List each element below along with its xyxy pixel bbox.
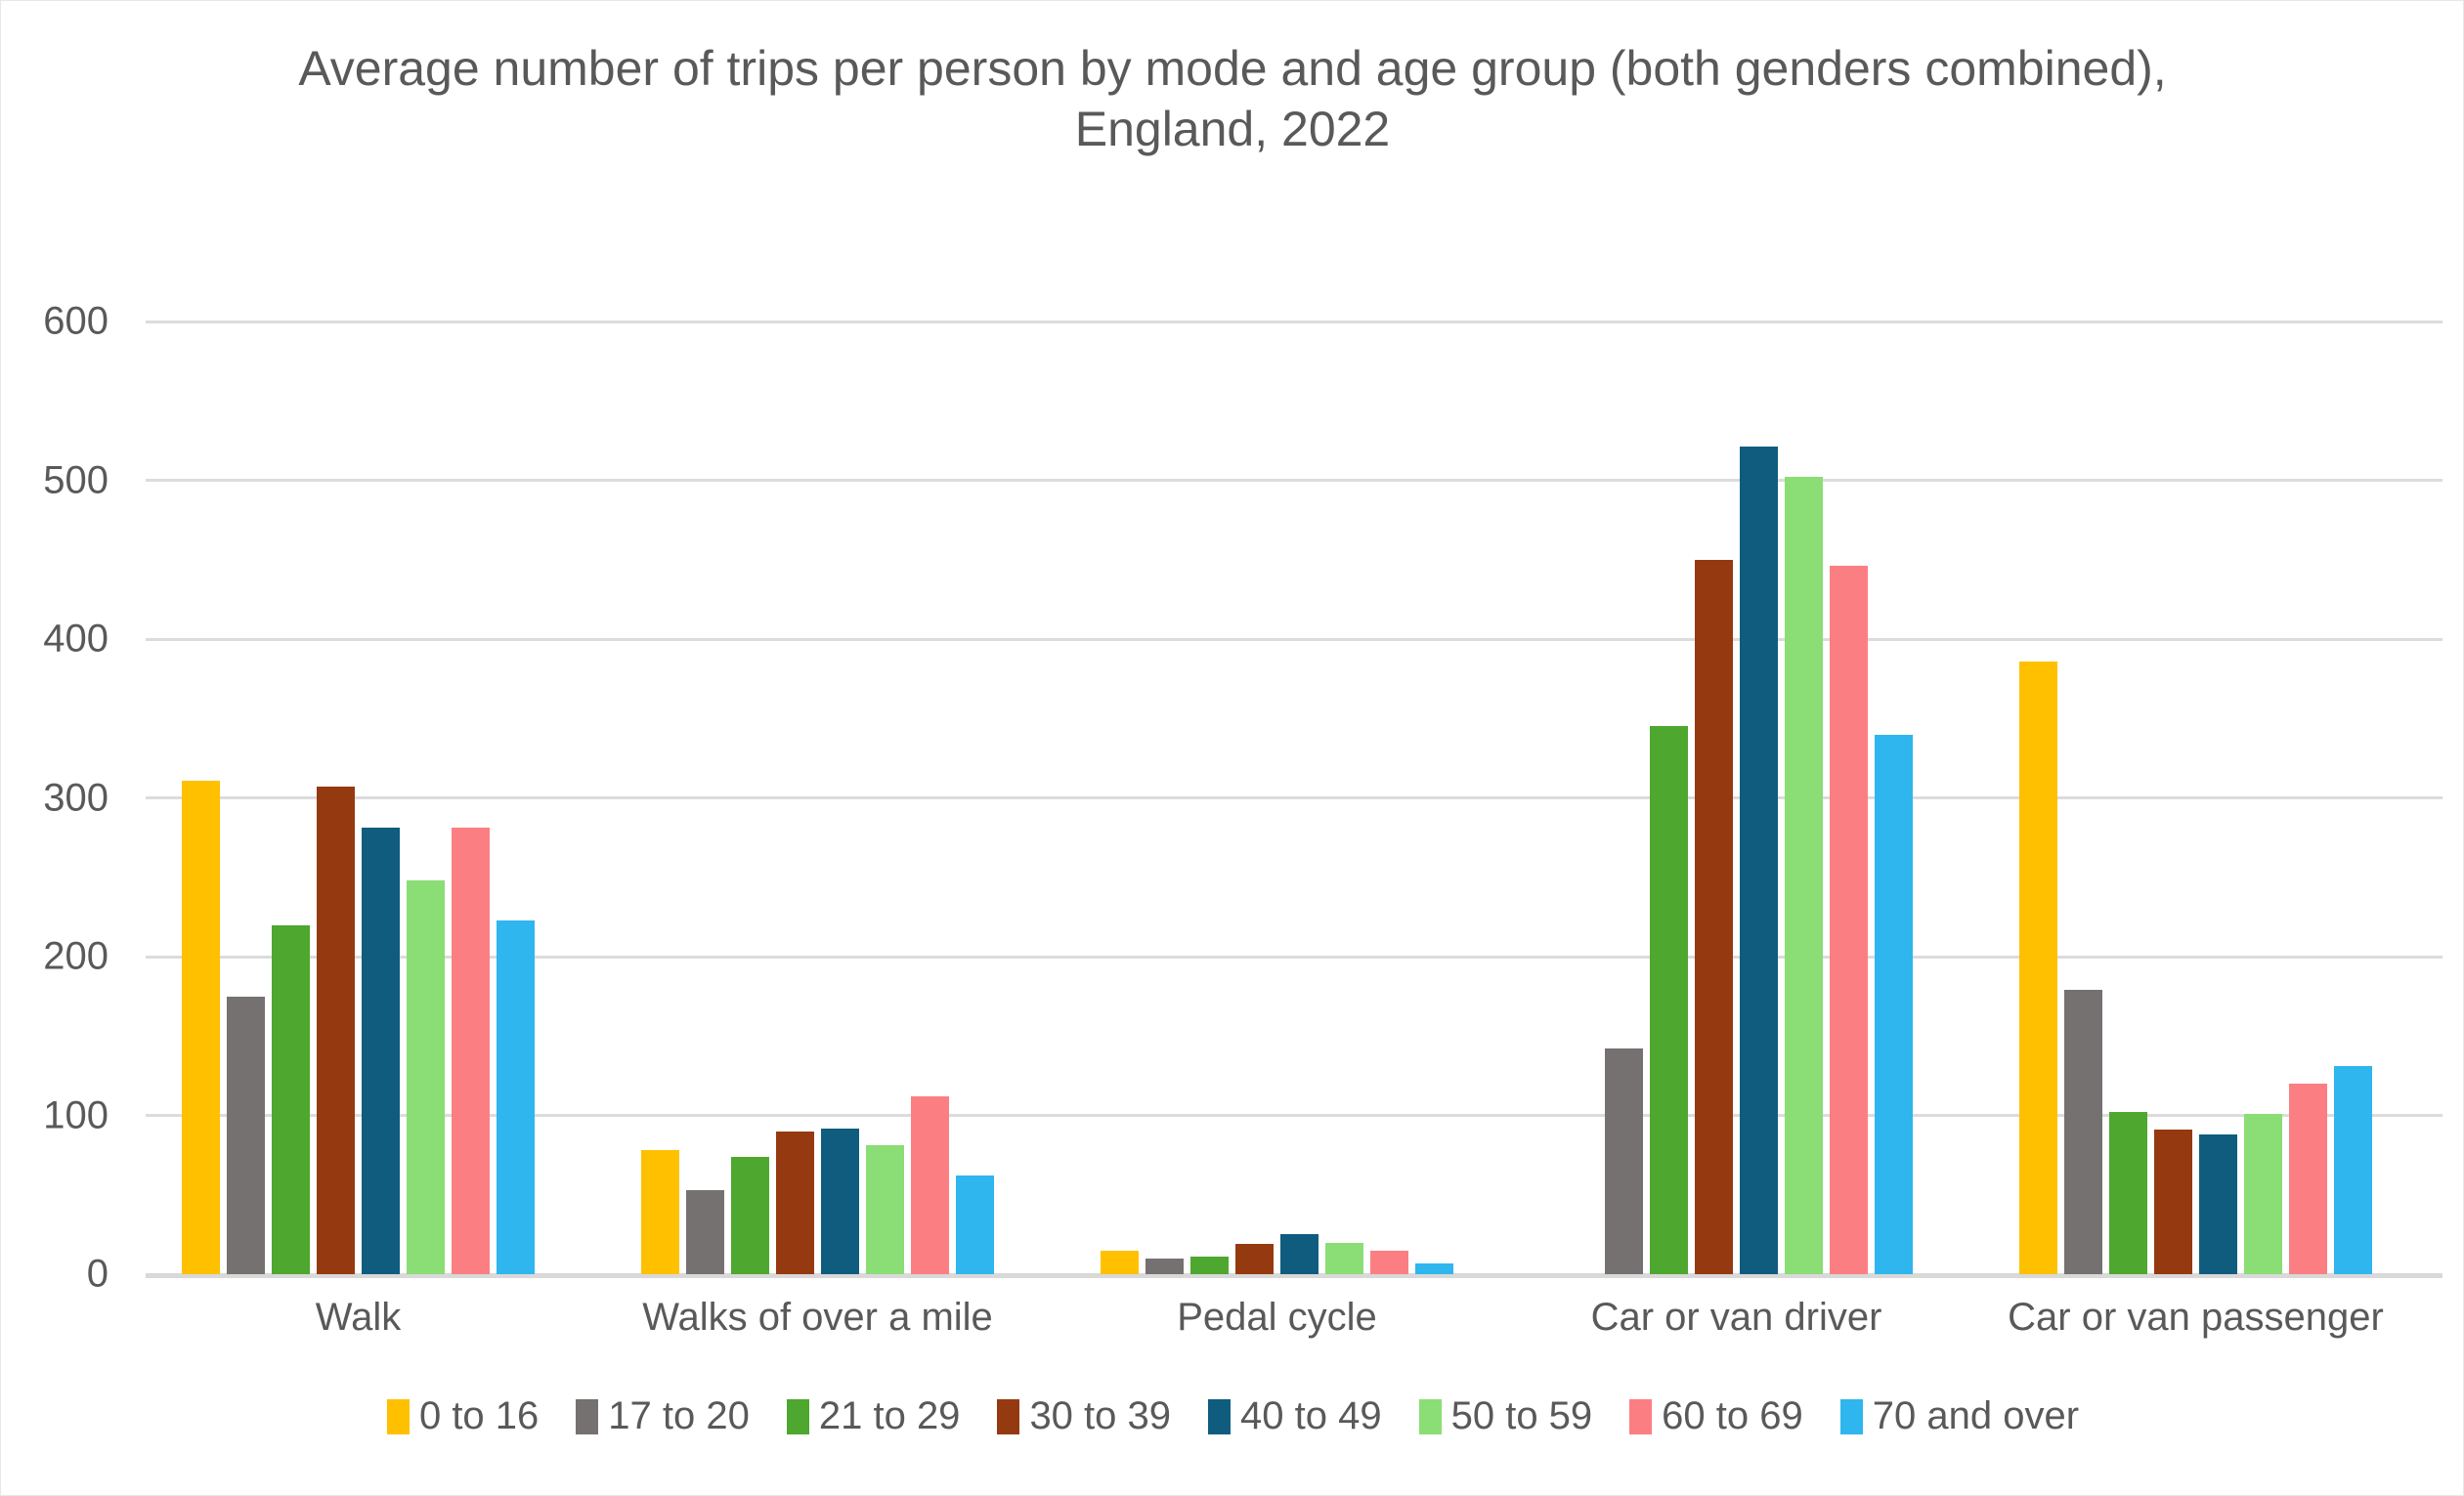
bar[interactable] (956, 1175, 994, 1274)
y-axis-tick-label: 400 (43, 617, 108, 661)
bar-group (1560, 321, 1913, 1274)
bar[interactable] (776, 1131, 814, 1274)
legend-item[interactable]: 17 to 20 (576, 1394, 750, 1438)
chart-page: Average number of trips per person by mo… (0, 0, 2464, 1496)
x-axis: Walk Walks of over a mile Pedal cycle Car o… (146, 1296, 2442, 1354)
bar[interactable] (2244, 1113, 2282, 1274)
bar[interactable] (2064, 990, 2102, 1274)
bar[interactable] (362, 828, 400, 1274)
chart-legend: 0 to 16 17 to 20 21 to 29 30 to 39 40 to 49 5… (1, 1394, 2463, 1438)
bar[interactable] (317, 787, 355, 1274)
bar[interactable] (911, 1096, 949, 1274)
bar[interactable] (2334, 1066, 2372, 1274)
y-axis: 600 500 400 300 200 100 0 (1, 300, 126, 1296)
legend-item[interactable]: 70 and over (1839, 1394, 2080, 1438)
legend-swatch-icon (386, 1398, 410, 1434)
y-axis-tick-label: 600 (43, 299, 108, 343)
chart-title: Average number of trips per person by mo… (298, 41, 2167, 156)
legend-item[interactable]: 50 to 59 (1418, 1394, 1593, 1438)
bar-group (182, 321, 535, 1274)
legend-swatch-icon (1839, 1398, 1863, 1434)
legend-label: 17 to 20 (608, 1394, 750, 1437)
legend-swatch-icon (1629, 1398, 1653, 1434)
legend-label: 30 to 39 (1029, 1394, 1172, 1437)
bar[interactable] (821, 1128, 859, 1274)
bar[interactable] (452, 828, 490, 1274)
x-axis-category-label: Walk (315, 1296, 402, 1339)
legend-label: 21 to 29 (818, 1394, 961, 1437)
bar[interactable] (2154, 1130, 2192, 1274)
bar[interactable] (2019, 661, 2057, 1274)
bar[interactable] (182, 780, 220, 1274)
bar[interactable] (1190, 1257, 1229, 1274)
x-axis-category-label: Walks of over a mile (642, 1296, 993, 1339)
bar[interactable] (1875, 734, 1913, 1274)
bar[interactable] (272, 924, 310, 1274)
legend-label: 60 to 69 (1662, 1394, 1803, 1437)
bar[interactable] (641, 1150, 679, 1274)
legend-item[interactable]: 30 to 39 (997, 1394, 1171, 1438)
legend-swatch-icon (997, 1398, 1020, 1434)
bar[interactable] (1370, 1250, 1408, 1274)
bar[interactable] (731, 1156, 769, 1274)
y-axis-tick-label: 0 (86, 1252, 108, 1296)
y-axis-tick-label: 300 (43, 776, 108, 819)
legend-item[interactable]: 60 to 69 (1629, 1394, 1803, 1438)
bar[interactable] (1695, 559, 1733, 1274)
plot-area (146, 320, 2442, 1278)
bar[interactable] (1325, 1242, 1363, 1274)
x-axis-category-label: Car or van driver (1590, 1296, 1882, 1339)
bar[interactable] (686, 1189, 724, 1274)
legend-label: 40 to 49 (1240, 1394, 1382, 1437)
bar[interactable] (1415, 1262, 1453, 1274)
bar[interactable] (866, 1145, 904, 1274)
bar-group (2019, 321, 2372, 1274)
legend-swatch-icon (1208, 1398, 1232, 1434)
legend-item[interactable]: 40 to 49 (1208, 1394, 1382, 1438)
bar[interactable] (497, 919, 535, 1274)
bar[interactable] (1280, 1234, 1318, 1274)
y-axis-tick-label: 200 (43, 934, 108, 978)
bar[interactable] (1740, 447, 1778, 1274)
bar[interactable] (1785, 477, 1823, 1274)
legend-item[interactable]: 21 to 29 (786, 1394, 961, 1438)
x-axis-category-label: Car or van passenger (2008, 1296, 2384, 1339)
bar[interactable] (2199, 1134, 2237, 1274)
bar[interactable] (227, 996, 265, 1274)
bar[interactable] (1146, 1258, 1184, 1274)
bar[interactable] (2289, 1084, 2327, 1274)
legend-label: 70 and over (1872, 1394, 2080, 1437)
legend-label: 50 to 59 (1450, 1394, 1593, 1437)
bar[interactable] (1830, 566, 1868, 1274)
legend-item[interactable]: 0 to 16 (386, 1394, 540, 1438)
bar[interactable] (1235, 1244, 1274, 1274)
y-axis-tick-label: 100 (43, 1093, 108, 1136)
bar[interactable] (1605, 1048, 1643, 1274)
bar[interactable] (2109, 1112, 2147, 1274)
bar-group (641, 321, 994, 1274)
legend-label: 0 to 16 (418, 1394, 540, 1437)
legend-swatch-icon (576, 1398, 599, 1434)
legend-swatch-icon (1418, 1398, 1442, 1434)
y-axis-tick-label: 500 (43, 458, 108, 501)
bar-group (1101, 321, 1453, 1274)
x-axis-category-label: Pedal cycle (1177, 1296, 1377, 1339)
bar[interactable] (1650, 726, 1688, 1274)
bar[interactable] (407, 880, 445, 1274)
legend-swatch-icon (786, 1398, 809, 1434)
bar[interactable] (1101, 1250, 1139, 1274)
